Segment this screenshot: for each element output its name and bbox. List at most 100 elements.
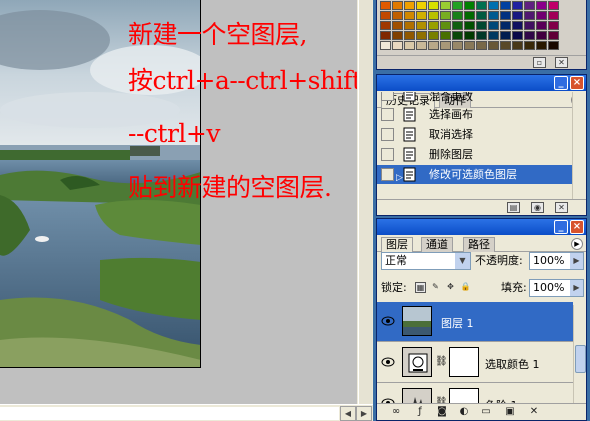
chevron-right-icon[interactable]: ▶: [570, 280, 583, 296]
history-checkbox[interactable]: [381, 168, 394, 181]
color-swatch[interactable]: [380, 1, 391, 10]
color-swatch[interactable]: [440, 11, 451, 20]
history-item[interactable]: 选择画布: [377, 105, 572, 124]
color-swatch[interactable]: [404, 21, 415, 30]
history-item-current[interactable]: ▷ 修改可选颜色图层: [377, 165, 572, 184]
close-icon[interactable]: ×: [570, 220, 584, 234]
color-swatch[interactable]: [476, 11, 487, 20]
new-snapshot-icon[interactable]: ◉: [531, 202, 544, 213]
color-swatch[interactable]: [512, 31, 523, 40]
color-swatch[interactable]: [488, 11, 499, 20]
lock-paint-icon[interactable]: ✎: [430, 282, 441, 293]
tab-channels[interactable]: 通道: [421, 237, 453, 252]
lock-transparency-icon[interactable]: ▦: [415, 282, 426, 293]
eye-icon[interactable]: [381, 356, 395, 368]
color-swatch[interactable]: [476, 1, 487, 10]
color-swatch[interactable]: [488, 41, 499, 50]
color-swatch[interactable]: [428, 11, 439, 20]
color-swatch[interactable]: [512, 1, 523, 10]
color-swatch[interactable]: [536, 21, 547, 30]
new-group-icon[interactable]: ▭: [479, 406, 493, 418]
color-swatch[interactable]: [452, 31, 463, 40]
color-swatch[interactable]: [416, 11, 427, 20]
history-item[interactable]: 取消选择: [377, 125, 572, 144]
color-swatch[interactable]: [428, 31, 439, 40]
color-swatch[interactable]: [392, 1, 403, 10]
history-checkbox[interactable]: [381, 108, 394, 121]
color-swatch[interactable]: [380, 41, 391, 50]
close-icon[interactable]: ×: [570, 76, 584, 90]
minimize-icon[interactable]: _: [554, 76, 568, 90]
history-item[interactable]: 删除图层: [377, 145, 572, 164]
layer-name[interactable]: 图层 1: [441, 315, 474, 331]
color-swatch[interactable]: [404, 31, 415, 40]
color-swatch[interactable]: [452, 41, 463, 50]
color-swatch[interactable]: [536, 41, 547, 50]
scrollbar-thumb[interactable]: [358, 0, 372, 404]
color-swatch[interactable]: [428, 21, 439, 30]
layer-row[interactable]: ⛓ 选取颜色 1: [377, 343, 573, 383]
swatch-grid[interactable]: [380, 1, 559, 50]
color-swatch[interactable]: [380, 31, 391, 40]
layers-titlebar[interactable]: _ ×: [377, 219, 586, 235]
color-swatch[interactable]: [404, 1, 415, 10]
layer-row[interactable]: 图层 1: [377, 302, 573, 342]
lock-all-icon[interactable]: 🔒: [460, 282, 471, 293]
color-swatch[interactable]: [488, 31, 499, 40]
color-swatch[interactable]: [440, 31, 451, 40]
color-swatch[interactable]: [440, 1, 451, 10]
new-layer-icon[interactable]: ▣: [503, 406, 517, 418]
scroll-right-icon[interactable]: ▶: [356, 406, 372, 421]
history-item[interactable]: 混合更改: [377, 92, 572, 104]
scrollbar-track[interactable]: [0, 407, 339, 420]
add-mask-icon[interactable]: ◙: [435, 406, 449, 418]
color-swatch[interactable]: [548, 21, 559, 30]
minimize-icon[interactable]: _: [554, 220, 568, 234]
trash-icon[interactable]: ✕: [527, 406, 541, 418]
fill-input[interactable]: 100% ▶: [529, 279, 584, 297]
history-checkbox[interactable]: [381, 148, 394, 161]
chevron-down-icon[interactable]: ▼: [455, 253, 470, 269]
new-document-from-state-icon[interactable]: ▤: [507, 202, 520, 213]
color-swatch[interactable]: [512, 21, 523, 30]
scroll-left-icon[interactable]: ◀: [340, 406, 356, 421]
color-swatch[interactable]: [428, 41, 439, 50]
color-swatch[interactable]: [524, 21, 535, 30]
color-swatch[interactable]: [464, 11, 475, 20]
new-swatch-icon[interactable]: ▫: [533, 57, 546, 68]
layer-row[interactable]: ⛓ 色阶 1: [377, 384, 573, 405]
horizontal-scrollbar[interactable]: ◀ ▶: [0, 404, 373, 421]
lock-move-icon[interactable]: ✥: [445, 282, 456, 293]
color-swatch[interactable]: [416, 41, 427, 50]
panel-menu-icon[interactable]: ▶: [571, 238, 583, 250]
color-swatch[interactable]: [440, 21, 451, 30]
color-swatch[interactable]: [548, 1, 559, 10]
color-swatch[interactable]: [476, 31, 487, 40]
color-swatch[interactable]: [536, 1, 547, 10]
color-swatch[interactable]: [428, 1, 439, 10]
vertical-scrollbar[interactable]: [357, 0, 373, 404]
tab-layers[interactable]: 图层: [381, 237, 413, 253]
color-swatch[interactable]: [512, 41, 523, 50]
color-swatch[interactable]: [416, 31, 427, 40]
color-swatch[interactable]: [476, 41, 487, 50]
new-adjustment-layer-icon[interactable]: ◐: [457, 406, 471, 418]
layer-style-icon[interactable]: ƒ: [413, 406, 427, 418]
trash-icon[interactable]: ✕: [555, 57, 568, 68]
color-swatch[interactable]: [548, 41, 559, 50]
color-swatch[interactable]: [452, 1, 463, 10]
link-layers-icon[interactable]: ∞: [389, 406, 403, 418]
color-swatch[interactable]: [416, 21, 427, 30]
trash-icon[interactable]: ✕: [555, 202, 568, 213]
color-swatch[interactable]: [464, 1, 475, 10]
color-swatch[interactable]: [548, 11, 559, 20]
blend-mode-select[interactable]: 正常 ▼: [381, 252, 471, 270]
layer-mask-thumbnail[interactable]: [449, 347, 479, 377]
color-swatch[interactable]: [404, 41, 415, 50]
color-swatch[interactable]: [440, 41, 451, 50]
color-swatch[interactable]: [404, 11, 415, 20]
color-swatch[interactable]: [392, 11, 403, 20]
color-swatch[interactable]: [500, 21, 511, 30]
color-swatch[interactable]: [524, 11, 535, 20]
color-swatch[interactable]: [464, 41, 475, 50]
